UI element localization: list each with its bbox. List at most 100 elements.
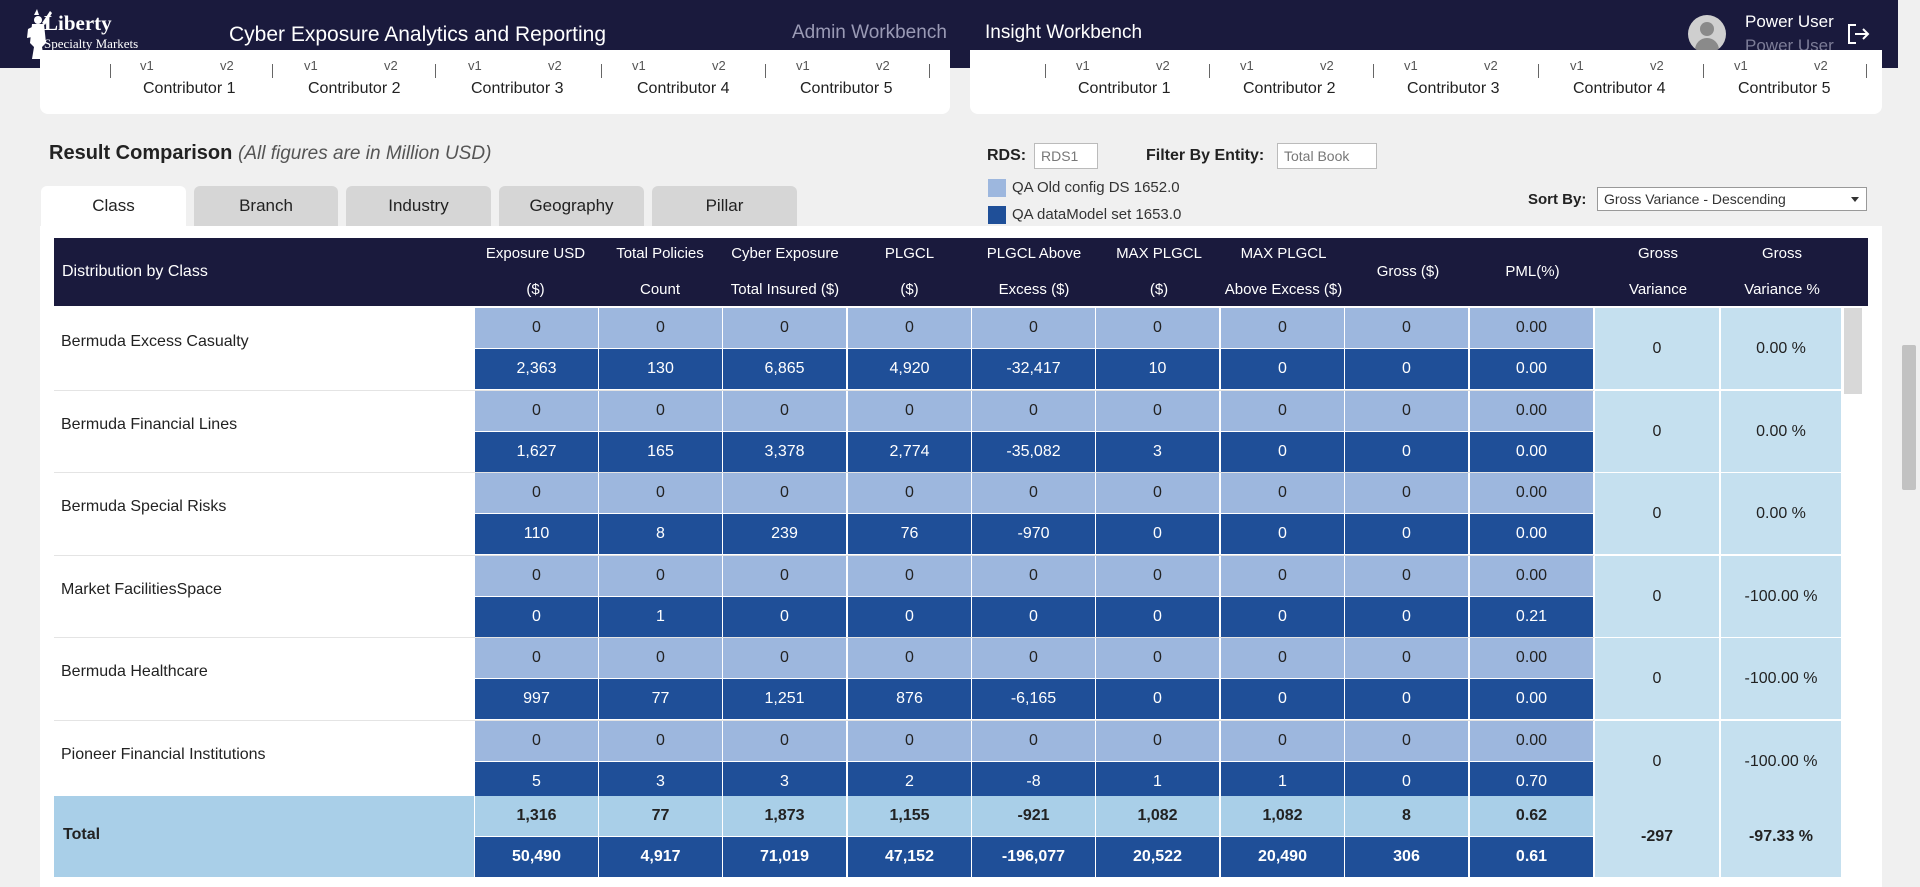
table-cell: 0 [1345, 432, 1468, 472]
column-header[interactable]: Gross Variance [1595, 238, 1721, 306]
table-cell: 0 [1221, 308, 1344, 348]
tab-industry[interactable]: Industry [346, 186, 491, 226]
contributor-label: Contributor 3 [1407, 80, 1500, 97]
rds-input[interactable] [1034, 143, 1098, 169]
table-cell: 0 [1345, 308, 1468, 348]
column-header-text: ($) [1149, 281, 1169, 298]
table-cell: 0.21 [1470, 597, 1593, 637]
table-cell: 0.00 [1470, 721, 1593, 761]
contributor-chart-right: v1 v2 v1 v2 v1 v2 v1 v2 v1 v2 Contributor 1 C… [970, 50, 1882, 114]
table-scrollbar-thumb[interactable] [1844, 308, 1862, 394]
column-header[interactable]: MAX PLGCL ($) [1097, 238, 1221, 306]
row-divider [54, 720, 1594, 721]
tab-class[interactable]: Class [41, 186, 186, 226]
table-cell: 4,917 [599, 837, 722, 877]
row-divider [54, 390, 1594, 391]
table-cell: 0 [599, 473, 722, 513]
nav-insight-workbench[interactable]: Insight Workbench [985, 22, 1142, 44]
table-cell: 0 [1221, 349, 1344, 389]
tab-pillar[interactable]: Pillar [652, 186, 797, 226]
table-cell: -196,077 [972, 837, 1095, 877]
column-header[interactable]: PLGCL Above Excess ($) [972, 238, 1096, 306]
table-cell: 0 [972, 473, 1095, 513]
table-cell: 0 [1096, 679, 1219, 719]
total-row [54, 796, 474, 877]
table-cell: 0 [1345, 638, 1468, 678]
tab-branch[interactable]: Branch [194, 186, 338, 226]
table-cell: 2,774 [848, 432, 971, 472]
table-cell: 0 [1221, 473, 1344, 513]
table-cell: 0 [1345, 391, 1468, 431]
table-cell: 0 [1345, 473, 1468, 513]
column-header[interactable]: Cyber Exposure Total Insured ($) [723, 238, 847, 306]
table-cell: 0.00 [1470, 349, 1593, 389]
column-header-text: Exposure USD [485, 245, 586, 262]
table-cell: 306 [1345, 837, 1468, 877]
page-scrollbar-thumb[interactable] [1902, 345, 1916, 490]
table-cell: 1,873 [723, 796, 846, 836]
column-header[interactable]: Gross ($) [1346, 238, 1470, 306]
table-cell: 0 [723, 721, 846, 761]
column-header[interactable]: Gross Variance % [1722, 238, 1842, 306]
table-cell: 0 [972, 597, 1095, 637]
logout-icon[interactable] [1846, 22, 1872, 46]
table-cell: 0.00 [1470, 432, 1593, 472]
column-header-text: MAX PLGCL [1240, 245, 1327, 262]
column-header-text: PLGCL [884, 245, 935, 262]
table-cell: 0.00 [1470, 473, 1593, 513]
table-cell: 0 [1345, 597, 1468, 637]
column-header[interactable]: PLGCL ($) [848, 238, 971, 306]
contributor-chart-left: v1 v2 v1 v2 v1 v2 v1 v2 v1 v2 Contributor 1 C… [40, 50, 950, 114]
table-row-label: Bermuda Financial Lines [61, 416, 238, 433]
table-cell: 20,490 [1221, 837, 1344, 877]
table-cell: 0 [599, 721, 722, 761]
table-cell: 3,378 [723, 432, 846, 472]
column-header[interactable]: MAX PLGCL Above Excess ($) [1222, 238, 1345, 306]
table-cell: -970 [972, 514, 1095, 554]
column-header-text: Gross [1761, 245, 1802, 262]
chevron-down-icon [1851, 197, 1859, 202]
table-row-label: Pioneer Financial Institutions [61, 746, 266, 763]
table-cell: 0 [848, 638, 971, 678]
gross-variance-pct-cell: 0.00 % [1721, 391, 1841, 472]
gross-variance-cell: 0 [1595, 473, 1719, 554]
table-cell: 2,363 [475, 349, 598, 389]
table-cell: 0 [1221, 556, 1344, 596]
rds-label: RDS: [987, 147, 1027, 164]
column-header[interactable]: Total Policies Count [598, 238, 722, 306]
table-cell: 0 [1096, 514, 1219, 554]
table-cell: 0 [599, 391, 722, 431]
table-cell: 0 [723, 638, 846, 678]
table-cell: 0 [723, 597, 846, 637]
table-cell: 0 [599, 638, 722, 678]
table-cell: 0 [1345, 721, 1468, 761]
table-cell: 0 [723, 473, 846, 513]
column-header-text: Excess ($) [998, 281, 1070, 298]
column-header[interactable]: Exposure USD ($) [474, 238, 597, 306]
table-cell: 8 [1345, 796, 1468, 836]
nav-admin-workbench[interactable]: Admin Workbench [792, 22, 947, 44]
table-cell: 0 [972, 308, 1095, 348]
table-row-label: Bermuda Excess Casualty [61, 333, 249, 350]
column-header-text: MAX PLGCL [1116, 245, 1202, 262]
table-cell: 0 [475, 721, 598, 761]
entity-filter-input[interactable] [1277, 143, 1377, 169]
user-avatar-icon[interactable] [1688, 15, 1726, 53]
table-cell: 0 [475, 391, 598, 431]
table-cell: 0 [848, 597, 971, 637]
table-cell: 1,082 [1096, 796, 1219, 836]
table-cell: 1,316 [475, 796, 598, 836]
table-cell: 0 [475, 638, 598, 678]
table-cell: 6,865 [723, 349, 846, 389]
tab-geography[interactable]: Geography [499, 186, 644, 226]
table-cell: 77 [599, 796, 722, 836]
gross-variance-cell: 0 [1595, 721, 1719, 802]
table-row-label: Market FacilitiesSpace [61, 581, 222, 598]
column-header-text: Count [639, 281, 681, 298]
user-name: Power User [1745, 12, 1834, 31]
column-header[interactable]: PML(%) [1471, 238, 1594, 306]
table-cell: 3 [1096, 432, 1219, 472]
sort-by-select[interactable]: Gross Variance - Descending [1597, 187, 1867, 211]
table-cell: 0 [1221, 391, 1344, 431]
table-cell: 0.00 [1470, 514, 1593, 554]
